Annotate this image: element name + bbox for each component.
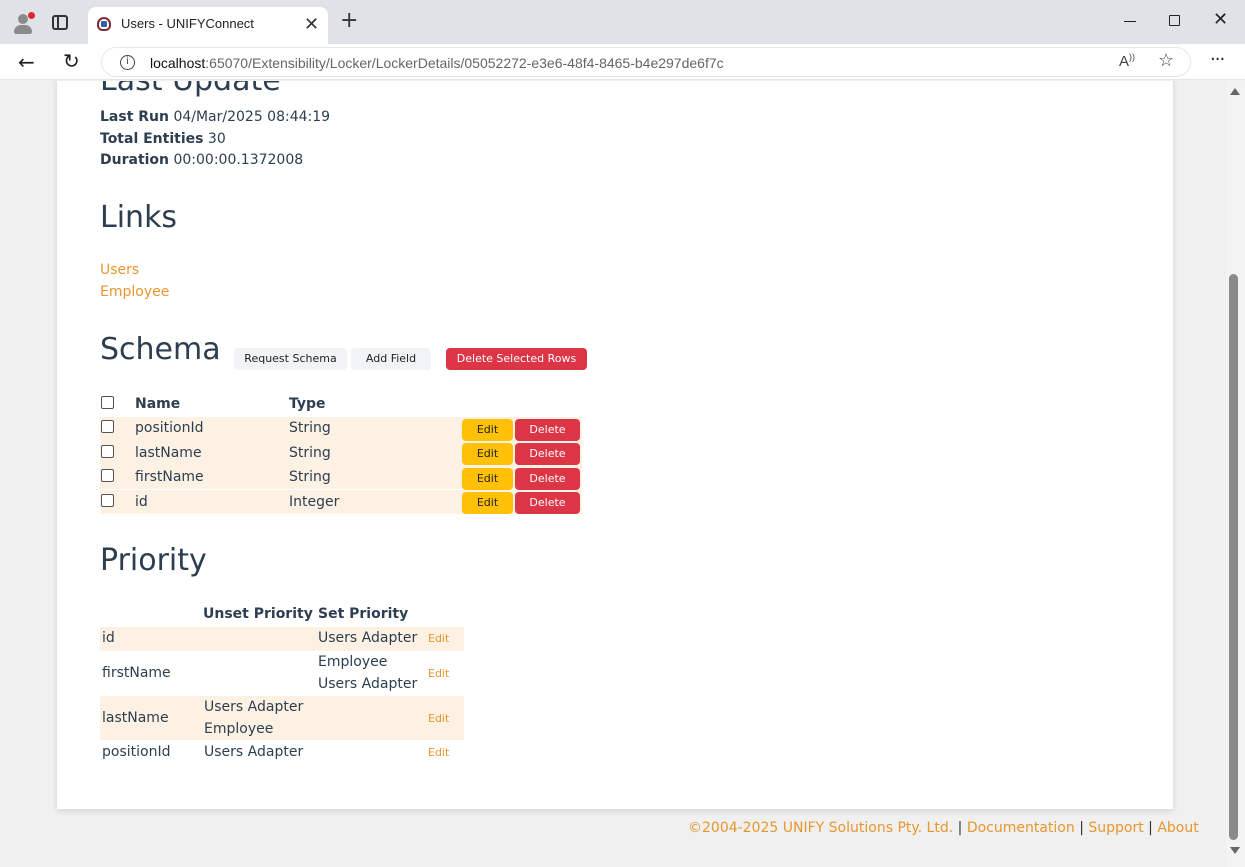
priority-col-unset: Unset Priority: [203, 606, 313, 622]
address-bar: ← ↻ i localhost:65070/Extensibility/Lock…: [0, 44, 1245, 80]
edit-button[interactable]: Edit: [462, 443, 513, 465]
request-schema-button[interactable]: Request Schema: [234, 348, 347, 370]
priority-edit-link[interactable]: Edit: [428, 746, 449, 759]
tab-close-icon[interactable]: ✕: [304, 14, 319, 35]
browser-tab[interactable]: Users - UNIFYConnect ✕: [88, 7, 328, 44]
link-users[interactable]: Users: [100, 262, 139, 278]
set-priority-value: Users Adapter: [318, 630, 418, 646]
unset-priority-value: Users Adapter: [204, 744, 304, 760]
schema-field-name: firstName: [135, 469, 204, 485]
schema-field-type: String: [289, 420, 331, 436]
schema-field-name: id: [135, 494, 148, 510]
reload-icon[interactable]: ↻: [63, 49, 80, 73]
unset-priority-value: Users Adapter: [204, 699, 304, 715]
row-checkbox[interactable]: [101, 469, 114, 482]
schema-field-type: String: [289, 445, 331, 461]
delete-button[interactable]: Delete: [515, 443, 580, 465]
vertical-scrollbar[interactable]: [1226, 81, 1245, 867]
site-info-icon[interactable]: i: [120, 55, 135, 70]
set-priority-value: Employee: [318, 654, 388, 670]
unset-priority-value: Employee: [204, 721, 274, 737]
row-checkbox[interactable]: [101, 445, 114, 458]
last-update-heading: Last Update: [100, 81, 281, 98]
link-employee[interactable]: Employee: [100, 284, 169, 300]
priority-field-name: lastName: [102, 710, 169, 726]
row-checkbox[interactable]: [101, 420, 114, 433]
scroll-thumb[interactable]: [1229, 274, 1238, 840]
tab-actions-icon[interactable]: [52, 15, 68, 30]
links-heading: Links: [100, 200, 178, 235]
documentation-link[interactable]: Documentation: [967, 820, 1075, 836]
schema-col-type: Type: [289, 396, 326, 412]
duration: Duration 00:00:00.1372008: [100, 152, 304, 168]
priority-field-name: id: [102, 630, 115, 646]
site-favicon-icon: [97, 17, 111, 31]
delete-button[interactable]: Delete: [515, 419, 580, 441]
profile-icon[interactable]: [12, 12, 35, 34]
footer: ©2004-2025 UNIFY Solutions Pty. Ltd. | D…: [688, 820, 1199, 836]
minimize-icon[interactable]: [1124, 21, 1136, 22]
page-viewport: Last Update Last Run 04/Mar/2025 08:44:1…: [0, 81, 1226, 867]
back-icon[interactable]: ←: [18, 50, 35, 74]
about-link[interactable]: About: [1157, 820, 1198, 836]
schema-heading: Schema: [100, 332, 221, 367]
edit-button[interactable]: Edit: [462, 419, 513, 441]
select-all-checkbox[interactable]: [101, 396, 114, 409]
last-run: Last Run 04/Mar/2025 08:44:19: [100, 109, 331, 125]
schema-field-type: Integer: [289, 494, 340, 510]
url-text[interactable]: localhost:65070/Extensibility/Locker/Loc…: [150, 55, 724, 71]
priority-edit-link[interactable]: Edit: [428, 632, 449, 645]
schema-field-name: positionId: [135, 420, 204, 436]
priority-col-set: Set Priority: [318, 606, 409, 622]
schema-field-type: String: [289, 469, 331, 485]
delete-selected-rows-button[interactable]: Delete Selected Rows: [446, 348, 587, 370]
read-aloud-icon[interactable]: A)): [1119, 52, 1135, 70]
priority-edit-link[interactable]: Edit: [428, 667, 449, 680]
schema-field-name: lastName: [135, 445, 202, 461]
row-checkbox[interactable]: [101, 494, 114, 507]
delete-button[interactable]: Delete: [515, 468, 580, 490]
edit-button[interactable]: Edit: [462, 492, 513, 514]
priority-field-name: positionId: [102, 744, 171, 760]
browser-tab-bar: Users - UNIFYConnect ✕ + ✕: [0, 0, 1245, 44]
priority-edit-link[interactable]: Edit: [428, 712, 449, 725]
schema-col-name: Name: [135, 396, 181, 412]
url-field[interactable]: i localhost:65070/Extensibility/Locker/L…: [101, 47, 1191, 77]
set-priority-value: Users Adapter: [318, 676, 418, 692]
favorite-star-icon[interactable]: ☆: [1158, 50, 1174, 71]
maximize-icon[interactable]: [1169, 15, 1180, 26]
window-close-icon[interactable]: ✕: [1213, 9, 1228, 30]
priority-heading: Priority: [100, 543, 207, 578]
tab-title: Users - UNIFYConnect: [121, 16, 254, 31]
scroll-up-icon[interactable]: [1230, 88, 1240, 95]
priority-field-name: firstName: [102, 665, 171, 681]
more-options-icon[interactable]: ···: [1210, 49, 1225, 70]
scroll-down-icon[interactable]: [1230, 847, 1240, 854]
delete-button[interactable]: Delete: [515, 492, 580, 514]
support-link[interactable]: Support: [1088, 820, 1143, 836]
edit-button[interactable]: Edit: [462, 468, 513, 490]
add-field-button[interactable]: Add Field: [351, 348, 431, 370]
new-tab-button[interactable]: +: [340, 10, 358, 32]
total-entities: Total Entities 30: [100, 131, 226, 147]
copyright-link[interactable]: ©2004-2025 UNIFY Solutions Pty. Ltd.: [688, 820, 953, 836]
